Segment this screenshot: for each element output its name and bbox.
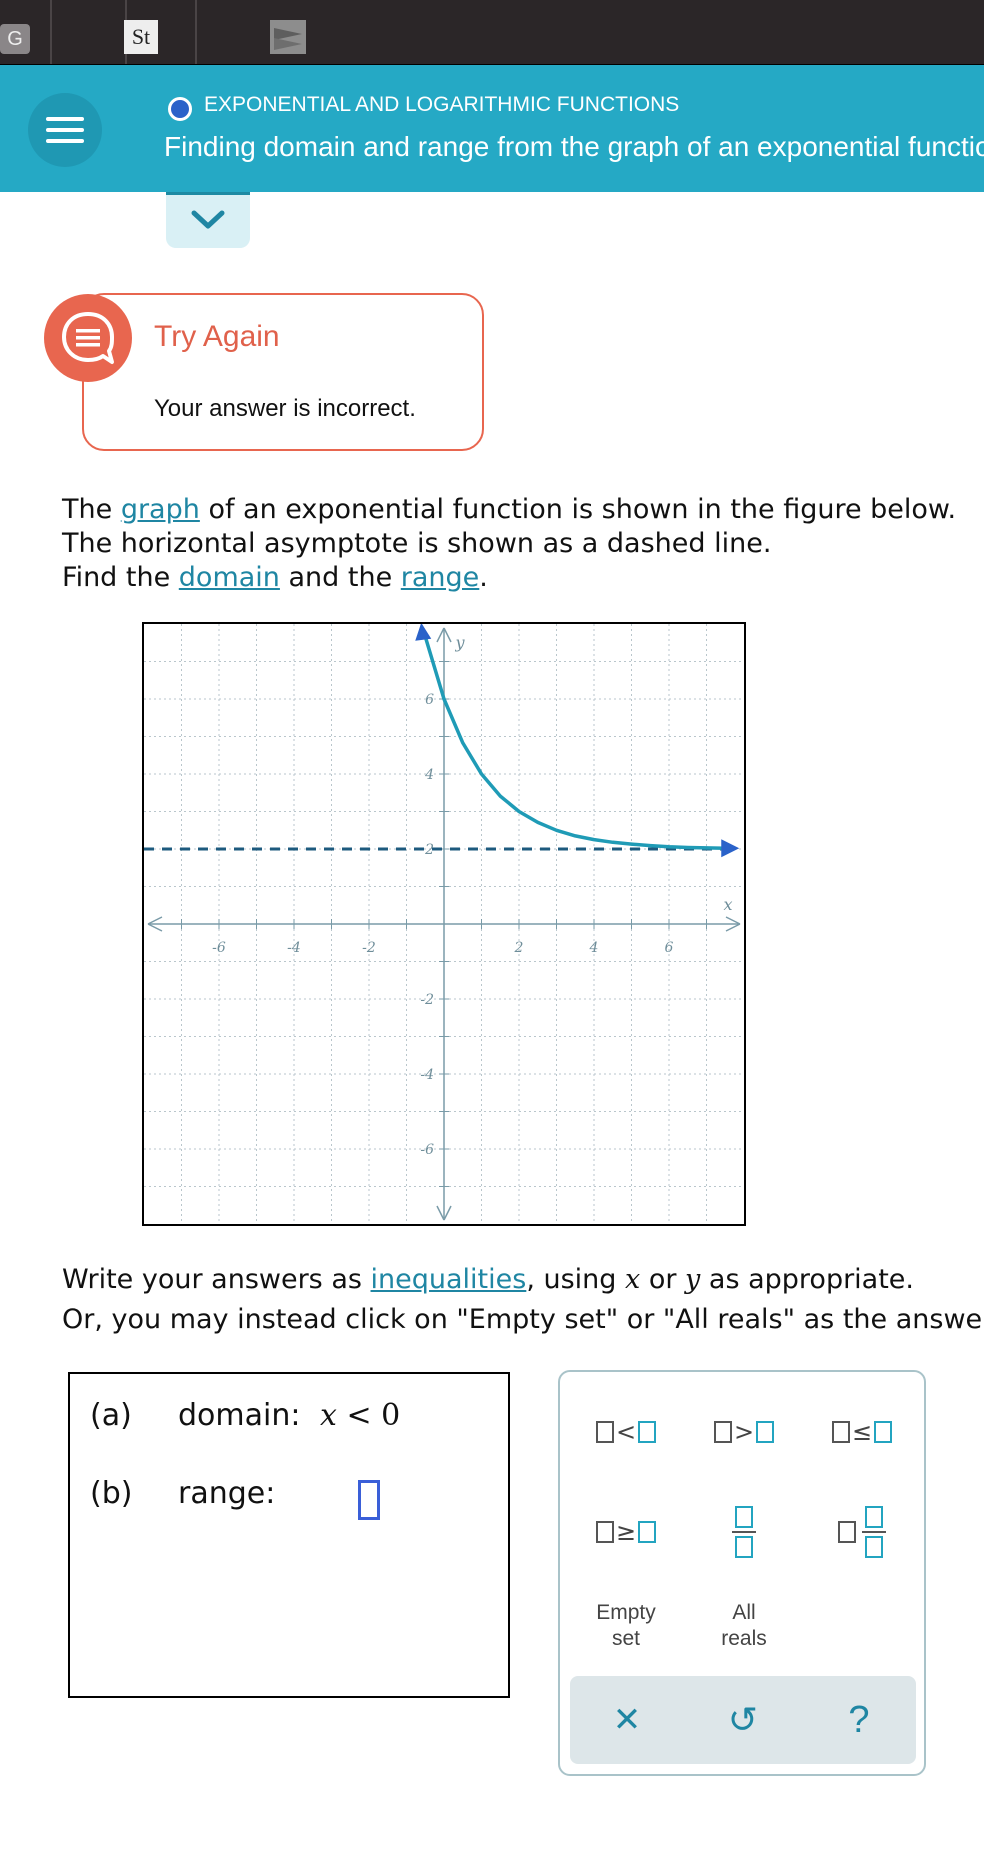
image-favicon-icon bbox=[270, 20, 306, 54]
menu-button[interactable] bbox=[28, 93, 102, 167]
x-tick-label: -6 bbox=[212, 940, 226, 956]
topic-label: EXPONENTIAL AND LOGARITHMIC FUNCTIONS bbox=[204, 93, 680, 116]
instruction-text: as appropriate. bbox=[700, 1264, 915, 1295]
y-tick-label: 6 bbox=[425, 692, 434, 708]
chevron-down-icon bbox=[191, 210, 225, 229]
chat-bubble-icon bbox=[44, 294, 132, 382]
variable-y: y bbox=[685, 1264, 701, 1295]
problem-text: The bbox=[62, 494, 121, 525]
x-tick-label: -2 bbox=[362, 940, 376, 956]
help-button[interactable]: ? bbox=[814, 1690, 904, 1750]
empty-set-label: set bbox=[611, 1627, 640, 1650]
math-keypad: < > ≤ ≥ Empty set All reals ✕ ↺ ? bbox=[558, 1370, 926, 1776]
instruction-text: , using bbox=[526, 1264, 626, 1295]
x-tick-label: 4 bbox=[589, 940, 599, 956]
answer-panel: (a) domain: x < 0 (b) range: bbox=[68, 1372, 510, 1698]
browser-tab[interactable]: St bbox=[52, 0, 158, 64]
y-tick-label: -4 bbox=[420, 1067, 434, 1083]
function-curve bbox=[423, 636, 726, 851]
greater-equal-symbol: ≥ bbox=[615, 1518, 637, 1546]
domain-link[interactable]: domain bbox=[179, 562, 280, 593]
all-reals-label: All bbox=[732, 1601, 756, 1624]
expand-header-button[interactable] bbox=[166, 192, 250, 248]
y-tick-label: 4 bbox=[424, 767, 434, 783]
inequalities-link[interactable]: inequalities bbox=[371, 1264, 527, 1295]
problem-text: and the bbox=[279, 562, 401, 593]
feedback-panel bbox=[82, 293, 484, 451]
greater-than-symbol: > bbox=[733, 1418, 755, 1446]
range-answer-row: (b) range: bbox=[90, 1476, 275, 1511]
lesson-title: Finding domain and range from the graph … bbox=[164, 131, 984, 162]
less-than-key[interactable]: < bbox=[576, 1402, 676, 1462]
clear-button[interactable]: ✕ bbox=[582, 1690, 672, 1750]
empty-set-label: Empty bbox=[596, 1601, 656, 1624]
x-axis-label: x bbox=[723, 895, 732, 914]
domain-variable: x bbox=[320, 1398, 337, 1433]
domain-value: 0 bbox=[381, 1398, 401, 1433]
browser-tab-strip: G St bbox=[0, 0, 984, 65]
range-label: range: bbox=[178, 1476, 276, 1511]
domain-answer-row: (a) domain: x < 0 bbox=[90, 1398, 400, 1433]
g-favicon-icon: G bbox=[0, 24, 30, 54]
browser-tab[interactable]: G bbox=[0, 0, 52, 64]
feedback-message: Your answer is incorrect. bbox=[154, 395, 416, 422]
instruction-text: Write your answers as bbox=[62, 1264, 371, 1295]
y-axis-label: y bbox=[454, 633, 465, 652]
problem-text: Find the bbox=[62, 562, 179, 593]
domain-label: domain: bbox=[178, 1398, 301, 1433]
instruction-line-2: Or, you may instead click on "Empty set"… bbox=[62, 1304, 984, 1335]
less-equal-symbol: ≤ bbox=[851, 1418, 873, 1446]
empty-set-key[interactable]: Empty set bbox=[576, 1594, 676, 1658]
curve-end-arrow bbox=[721, 839, 740, 858]
y-tick-label: -6 bbox=[420, 1142, 434, 1158]
problem-text: of an exponential function is shown in t… bbox=[199, 494, 957, 525]
problem-text: . bbox=[479, 562, 488, 593]
topic-progress-icon bbox=[168, 97, 192, 121]
problem-line-2: The horizontal asymptote is shown as a d… bbox=[62, 528, 772, 559]
browser-tab[interactable] bbox=[127, 0, 306, 64]
greater-than-key[interactable]: > bbox=[694, 1402, 794, 1462]
greater-equal-key[interactable]: ≥ bbox=[576, 1502, 676, 1562]
mixed-number-icon bbox=[838, 1506, 886, 1558]
x-tick-label: 2 bbox=[514, 940, 524, 956]
lesson-header: EXPONENTIAL AND LOGARITHMIC FUNCTIONS Fi… bbox=[0, 65, 984, 192]
variable-x: x bbox=[625, 1264, 641, 1295]
help-icon: ? bbox=[848, 1698, 870, 1741]
mixed-number-key[interactable] bbox=[812, 1492, 912, 1572]
graph-canvas: -6 -4 -2 2 4 6642-2-4-6xy bbox=[144, 622, 744, 1224]
instruction-line-1: Write your answers as inequalities, usin… bbox=[62, 1264, 914, 1295]
less-equal-key[interactable]: ≤ bbox=[812, 1402, 912, 1462]
x-tick-label: 6 bbox=[665, 940, 674, 956]
range-link[interactable]: range bbox=[401, 562, 480, 593]
function-graph: -6 -4 -2 2 4 6 6 4 2 -2 -4 -6 x y bbox=[142, 622, 746, 1226]
range-input[interactable] bbox=[358, 1480, 380, 1520]
domain-operator: < bbox=[346, 1398, 372, 1433]
all-reals-key[interactable]: All reals bbox=[694, 1594, 794, 1658]
undo-icon: ↺ bbox=[727, 1699, 759, 1741]
problem-line-1: The graph of an exponential function is … bbox=[62, 494, 956, 525]
part-a-label: (a) bbox=[90, 1398, 132, 1433]
part-b-label: (b) bbox=[90, 1476, 133, 1511]
less-than-symbol: < bbox=[615, 1418, 637, 1446]
graph-link[interactable]: graph bbox=[121, 494, 200, 525]
all-reals-label: reals bbox=[721, 1627, 767, 1650]
close-icon: ✕ bbox=[612, 1700, 642, 1740]
curve-start-arrow bbox=[415, 622, 432, 641]
feedback-title: Try Again bbox=[154, 320, 280, 353]
problem-line-3: Find the domain and the range. bbox=[62, 562, 488, 593]
undo-button[interactable]: ↺ bbox=[698, 1690, 788, 1750]
fraction-key[interactable] bbox=[694, 1492, 794, 1572]
keypad-actions: ✕ ↺ ? bbox=[570, 1676, 916, 1764]
fraction-icon bbox=[732, 1506, 756, 1558]
instruction-text: or bbox=[640, 1264, 686, 1295]
x-tick-label: -4 bbox=[287, 940, 301, 956]
domain-answer[interactable]: x < 0 bbox=[320, 1398, 400, 1433]
y-tick-label: -2 bbox=[420, 992, 434, 1008]
